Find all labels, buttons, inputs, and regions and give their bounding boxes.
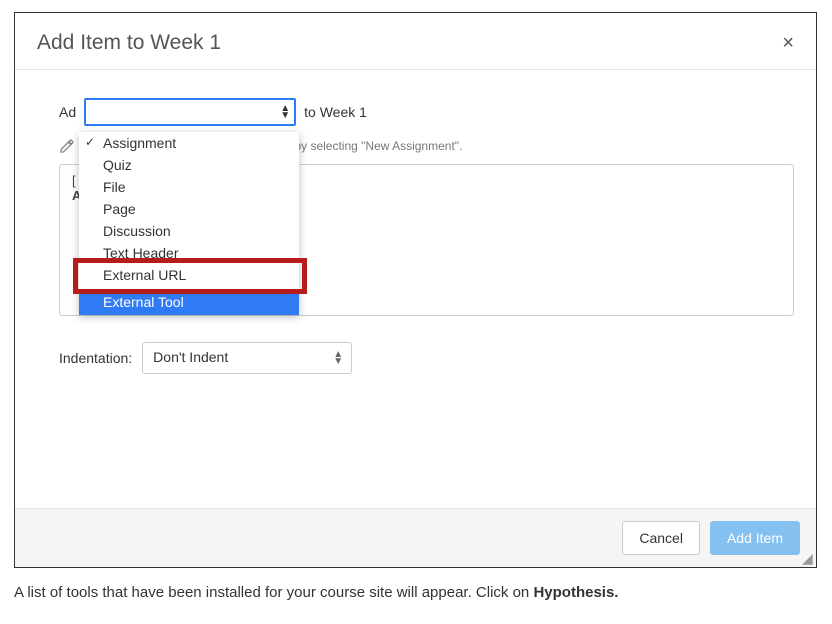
caption-bold: Hypothesis. [533,584,618,601]
dropdown-item-label: Discussion [103,223,171,239]
dropdown-item-label: External URL [103,267,186,283]
dropdown-item-label: Quiz [103,157,132,173]
edit-icon [59,138,75,154]
select-arrows-icon: ▲▼ [280,105,290,119]
indentation-select[interactable]: Don't Indent ▲▼ [142,342,352,374]
item-type-dropdown: ✓ Assignment Quiz File Page Discussion T… [79,132,299,315]
add-label-prefix: Ad [59,104,76,120]
dropdown-item-quiz[interactable]: Quiz [79,154,299,176]
add-row: Ad ▲▼ to Week 1 [59,98,794,126]
dropdown-item-assignment[interactable]: ✓ Assignment [79,132,299,154]
indentation-row: Indentation: Don't Indent ▲▼ [59,342,794,374]
caption-text: A list of tools that have been installed… [14,584,533,601]
indentation-label: Indentation: [59,350,132,366]
close-icon[interactable]: × [782,33,794,53]
dialog-title: Add Item to Week 1 [37,31,221,55]
dropdown-item-external-url[interactable]: External URL [79,264,299,286]
add-item-button[interactable]: Add Item [710,521,800,555]
dialog-header: Add Item to Week 1 × [15,13,816,70]
dropdown-item-text-header[interactable]: Text Header [79,242,299,264]
dropdown-item-label: Text Header [103,245,178,261]
add-item-dialog: Add Item to Week 1 × Ad ▲▼ to Week 1 wit… [14,12,817,568]
instruction-caption: A list of tools that have been installed… [14,584,819,601]
select-arrows-icon: ▲▼ [333,351,343,365]
add-label-suffix: to Week 1 [304,104,367,120]
dropdown-item-file[interactable]: File [79,176,299,198]
item-type-select[interactable]: ▲▼ [84,98,296,126]
dropdown-item-label: Page [103,201,136,217]
dialog-footer: Cancel Add Item ◢ [15,508,816,567]
resize-grip-icon[interactable]: ◢ [802,553,814,565]
dropdown-item-page[interactable]: Page [79,198,299,220]
dropdown-item-label: Assignment [103,135,176,151]
dropdown-item-discussion[interactable]: Discussion [79,220,299,242]
dropdown-item-label: File [103,179,126,195]
dropdown-item-label: External Tool [103,294,184,310]
dropdown-item-external-tool[interactable]: External Tool [79,289,299,315]
check-icon: ✓ [85,135,95,149]
cancel-button[interactable]: Cancel [622,521,700,555]
indentation-value: Don't Indent [153,349,228,365]
